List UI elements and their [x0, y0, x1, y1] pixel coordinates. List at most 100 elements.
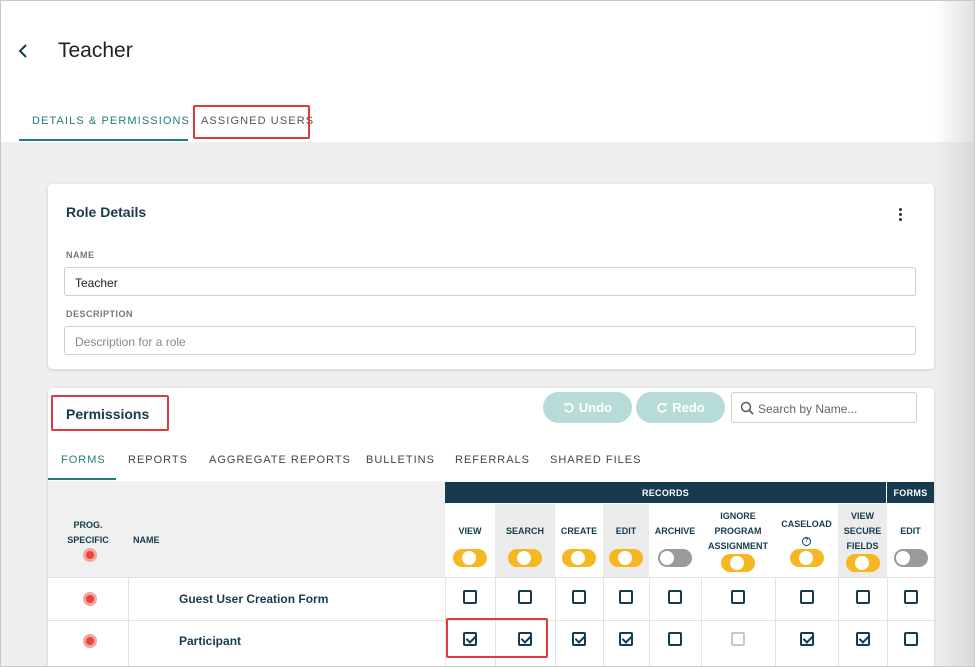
redo-button[interactable]: Redo — [636, 392, 725, 423]
column-header-line: SEARCH — [505, 526, 544, 536]
column-header-label: VIEW SECURE FIELDS — [838, 509, 887, 554]
tab-reports[interactable]: REPORTS — [128, 454, 188, 466]
permission-checkbox[interactable] — [800, 590, 814, 604]
search-input[interactable]: Search by Name... — [731, 392, 917, 423]
column-header-line: EDIT — [900, 526, 921, 536]
permission-checkbox[interactable] — [904, 632, 918, 646]
toggle-knob — [462, 551, 476, 565]
col-prog-specific-line2: SPECIFIC — [67, 535, 109, 545]
col-name: NAME — [133, 535, 160, 545]
column-header-line: IGNORE — [720, 511, 756, 521]
column-divider — [838, 577, 839, 666]
tab-details-permissions[interactable]: DETAILS & PERMISSIONS — [32, 115, 190, 127]
column-header-label: SEARCH — [495, 524, 555, 539]
column-header-label: VIEW — [445, 524, 495, 539]
tab-aggregate-reports[interactable]: AGGREGATE REPORTS — [209, 454, 351, 466]
role-details-card: Role Details NAME Teacher DESCRIPTION De… — [48, 184, 934, 369]
tab-bulletins[interactable]: BULLETINS — [366, 454, 435, 466]
permission-column: EDIT — [603, 504, 649, 577]
column-divider — [649, 577, 650, 666]
permission-checkbox[interactable] — [904, 590, 918, 604]
description-label: DESCRIPTION — [66, 309, 134, 319]
row-name-participant[interactable]: Participant — [179, 634, 241, 648]
permission-checkbox[interactable] — [572, 590, 586, 604]
undo-label: Undo — [578, 400, 613, 415]
toggle-knob — [517, 551, 531, 565]
page-header: Teacher DETAILS & PERMISSIONS ASSIGNED U… — [1, 1, 974, 142]
records-group-header: RECORDS — [445, 482, 886, 503]
column-header-line: PROGRAM — [714, 526, 762, 536]
permission-checkbox[interactable] — [668, 590, 682, 604]
permission-column: IGNORE PROGRAM ASSIGNMENT — [701, 504, 775, 577]
column-header-label: IGNORE PROGRAM ASSIGNMENT — [701, 509, 775, 554]
permission-column: SEARCH — [495, 504, 555, 577]
column-header-line: CREATE — [560, 526, 598, 536]
column-divider — [128, 577, 129, 666]
column-header-label: CASELOAD? — [775, 517, 838, 547]
column-toggle[interactable] — [609, 549, 643, 567]
column-toggle[interactable] — [790, 549, 824, 567]
column-header-line: FIELDS — [846, 541, 879, 551]
more-options-icon[interactable] — [898, 208, 904, 224]
permission-checkbox[interactable] — [856, 590, 870, 604]
role-details-title: Role Details — [66, 204, 147, 220]
permission-checkbox[interactable] — [668, 632, 682, 646]
row-name-guest-user-creation-form[interactable]: Guest User Creation Form — [179, 592, 328, 606]
undo-button[interactable]: Undo — [543, 392, 632, 423]
column-toggle[interactable] — [894, 549, 928, 567]
column-toggle[interactable] — [453, 549, 487, 567]
redo-label: Redo — [672, 400, 705, 415]
column-header-line: VIEW — [458, 526, 482, 536]
column-divider — [775, 577, 776, 666]
tab-forms[interactable]: FORMS — [61, 454, 106, 466]
permission-checkbox[interactable] — [463, 632, 477, 646]
column-header-label: EDIT — [887, 524, 934, 539]
help-icon[interactable]: ? — [802, 537, 811, 546]
undo-icon — [563, 402, 574, 413]
column-header-line: ASSIGNMENT — [707, 541, 768, 551]
toggle-knob — [618, 551, 632, 565]
active-tab-indicator — [19, 139, 188, 141]
column-divider — [887, 577, 888, 666]
column-toggle[interactable] — [846, 554, 880, 572]
permission-checkbox[interactable] — [800, 632, 814, 646]
permission-checkbox[interactable] — [731, 590, 745, 604]
column-divider — [603, 577, 604, 666]
permission-checkbox[interactable] — [856, 632, 870, 646]
column-toggle[interactable] — [562, 549, 596, 567]
column-toggle[interactable] — [658, 549, 692, 567]
active-permissions-tab-indicator — [48, 478, 116, 480]
column-divider — [555, 577, 556, 666]
redo-icon — [657, 402, 668, 413]
column-divider — [495, 577, 496, 666]
permission-checkbox[interactable] — [572, 632, 586, 646]
column-header-line: SECURE — [843, 526, 882, 536]
column-header-line: ARCHIVE — [654, 526, 696, 536]
back-arrow-icon[interactable] — [15, 39, 33, 63]
permission-checkbox[interactable] — [619, 590, 633, 604]
row-divider — [48, 620, 934, 621]
col-prog-specific-line1: PROG. — [73, 520, 103, 530]
name-field[interactable]: Teacher — [64, 267, 916, 296]
forms-group-header: FORMS — [887, 482, 934, 503]
permission-checkbox[interactable] — [463, 590, 477, 604]
permission-checkbox — [731, 632, 745, 646]
permission-checkbox[interactable] — [518, 632, 532, 646]
highlight-box-participant-view-search — [446, 618, 548, 658]
tab-assigned-users[interactable]: ASSIGNED USERS — [201, 115, 314, 127]
permission-checkbox[interactable] — [619, 632, 633, 646]
search-placeholder: Search by Name... — [758, 402, 858, 416]
tab-referrals[interactable]: REFERRALS — [455, 454, 530, 466]
column-toggle[interactable] — [508, 549, 542, 567]
column-header-line: EDIT — [615, 526, 637, 536]
column-header-help: ? — [775, 532, 838, 547]
description-field[interactable]: Description for a role — [64, 326, 916, 355]
tab-shared-files[interactable]: SHARED FILES — [550, 454, 641, 466]
permission-checkbox[interactable] — [518, 590, 532, 604]
app-window: Teacher DETAILS & PERMISSIONS ASSIGNED U… — [0, 0, 975, 667]
toggle-knob — [660, 551, 674, 565]
permission-column: VIEW SECURE FIELDS — [838, 504, 887, 577]
column-toggle[interactable] — [721, 554, 755, 572]
row-divider — [48, 577, 934, 578]
permission-column: VIEW — [445, 504, 495, 577]
